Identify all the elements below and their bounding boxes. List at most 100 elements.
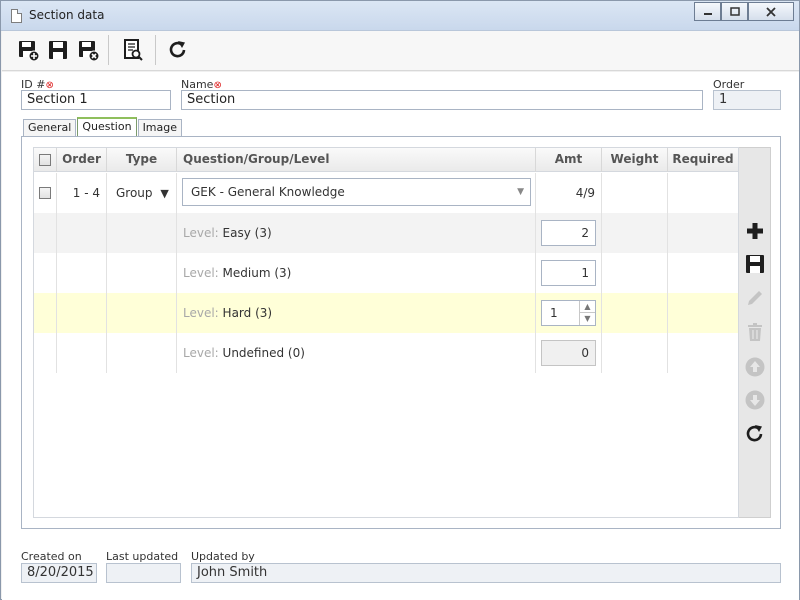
- last-updated-field: [106, 563, 181, 583]
- level-name: Hard (3): [222, 306, 273, 320]
- edit-button[interactable]: [743, 286, 767, 310]
- level-cell: Level: Medium (3): [177, 253, 536, 293]
- column-type[interactable]: Type: [107, 148, 177, 172]
- refresh-button[interactable]: [165, 37, 191, 63]
- amt-stepper-value: 1: [550, 306, 558, 320]
- id-field[interactable]: Section 1: [21, 90, 171, 110]
- document-preview-icon: [124, 39, 143, 61]
- level-name: Undefined (0): [222, 346, 305, 360]
- order-field: 1: [713, 90, 781, 110]
- tab-question[interactable]: Question: [77, 117, 137, 136]
- tab-image[interactable]: Image: [137, 119, 183, 136]
- level-prefix: Level:: [183, 226, 219, 240]
- move-down-button[interactable]: [743, 388, 767, 412]
- title-bar: Section data: [1, 1, 799, 31]
- save-close-button[interactable]: [75, 37, 101, 63]
- question-grid: Order Type Question/Group/Level Amt Weig…: [33, 147, 739, 518]
- row-amt-cell: 0: [536, 333, 602, 373]
- level-name: Medium (3): [222, 266, 292, 280]
- amt-input[interactable]: 1: [541, 260, 596, 286]
- row-select-cell: [34, 173, 57, 213]
- toolbar-separator: [108, 35, 109, 65]
- row-amt-cell: 1 ▲ ▼: [536, 293, 602, 333]
- row-checkbox[interactable]: [39, 187, 51, 199]
- last-updated-label: Last updated: [106, 550, 179, 563]
- updated-by-field: John Smith: [191, 563, 781, 583]
- level-name: Easy (3): [222, 226, 272, 240]
- add-icon: [747, 223, 763, 239]
- row-order: [57, 253, 107, 293]
- name-field[interactable]: Section: [181, 90, 703, 110]
- select-all-cell: [34, 148, 57, 172]
- table-row[interactable]: Level: Hard (3) 1 ▲ ▼: [34, 293, 738, 333]
- save-new-icon: [19, 41, 39, 61]
- table-row[interactable]: Level: Undefined (0) 0: [34, 333, 738, 373]
- refresh-icon: [169, 41, 186, 58]
- maximize-button[interactable]: [721, 2, 748, 21]
- document-icon: [11, 9, 22, 23]
- save-button[interactable]: [45, 37, 71, 63]
- refresh-grid-button[interactable]: [743, 422, 767, 446]
- row-amt-cell: 1: [536, 253, 602, 293]
- toolbar: [2, 31, 799, 71]
- edit-icon: [748, 291, 762, 305]
- close-icon: [766, 6, 776, 17]
- save-row-button[interactable]: [743, 252, 767, 276]
- delete-button[interactable]: [743, 320, 767, 344]
- column-required[interactable]: Required: [668, 148, 738, 172]
- row-order: [57, 333, 107, 373]
- amt-stepper[interactable]: 1 ▲ ▼: [541, 300, 596, 326]
- level-cell: Level: Hard (3): [177, 293, 536, 333]
- question-group-select[interactable]: GEK - General Knowledge ▼: [182, 178, 531, 206]
- row-type: Group: [116, 186, 153, 200]
- grid-action-sidebar: [739, 147, 771, 518]
- row-amt-cell: 2: [536, 213, 602, 253]
- row-order: 1 - 4: [57, 173, 107, 213]
- stepper-up-icon[interactable]: ▲: [580, 301, 595, 313]
- minimize-button[interactable]: [694, 2, 721, 21]
- table-row[interactable]: Level: Medium (3) 1: [34, 253, 738, 293]
- save-icon: [746, 255, 764, 273]
- row-type-cell[interactable]: Group ▼: [107, 173, 177, 213]
- table-row[interactable]: Level: Easy (3) 2: [34, 213, 738, 253]
- row-weight: [602, 213, 668, 253]
- close-button[interactable]: [748, 2, 794, 21]
- amt-input[interactable]: 2: [541, 220, 596, 246]
- row-required: [668, 213, 738, 253]
- window-title: Section data: [29, 8, 105, 22]
- section-data-window: Section data ID #⊗ Section 1 Name⊗ Secti…: [0, 0, 800, 600]
- stepper-controls: ▲ ▼: [579, 301, 595, 325]
- column-question[interactable]: Question/Group/Level: [177, 148, 536, 172]
- created-field: 8/20/2015: [21, 563, 97, 583]
- column-order[interactable]: Order: [57, 148, 107, 172]
- expand-triangle-icon[interactable]: ▼: [160, 187, 168, 200]
- maximize-icon: [729, 7, 740, 16]
- minimize-icon: [703, 12, 712, 15]
- chevron-down-icon: ▼: [517, 187, 524, 197]
- move-up-button[interactable]: [743, 355, 767, 379]
- stepper-down-icon[interactable]: ▼: [580, 313, 595, 325]
- row-select-cell: [34, 333, 57, 373]
- save-new-button[interactable]: [15, 37, 41, 63]
- row-weight: [602, 333, 668, 373]
- row-required: [668, 293, 738, 333]
- tab-general[interactable]: General: [23, 119, 77, 136]
- row-order: [57, 213, 107, 253]
- row-type: [107, 213, 177, 253]
- grid-header: Order Type Question/Group/Level Amt Weig…: [34, 148, 738, 172]
- row-select-cell: [34, 213, 57, 253]
- row-type: [107, 333, 177, 373]
- preview-button[interactable]: [120, 37, 146, 63]
- question-panel: Order Type Question/Group/Level Amt Weig…: [21, 136, 781, 529]
- table-row[interactable]: 1 - 4 Group ▼ GEK - General Knowledge ▼ …: [34, 173, 738, 213]
- level-prefix: Level:: [183, 306, 219, 320]
- column-weight[interactable]: Weight: [602, 148, 668, 172]
- row-select-cell: [34, 253, 57, 293]
- level-prefix: Level:: [183, 266, 219, 280]
- select-all-checkbox[interactable]: [39, 154, 51, 166]
- level-cell: Level: Undefined (0): [177, 333, 536, 373]
- add-button[interactable]: [743, 219, 767, 243]
- updated-by-label: Updated by: [191, 550, 255, 563]
- column-amt[interactable]: Amt: [536, 148, 602, 172]
- row-weight: [602, 253, 668, 293]
